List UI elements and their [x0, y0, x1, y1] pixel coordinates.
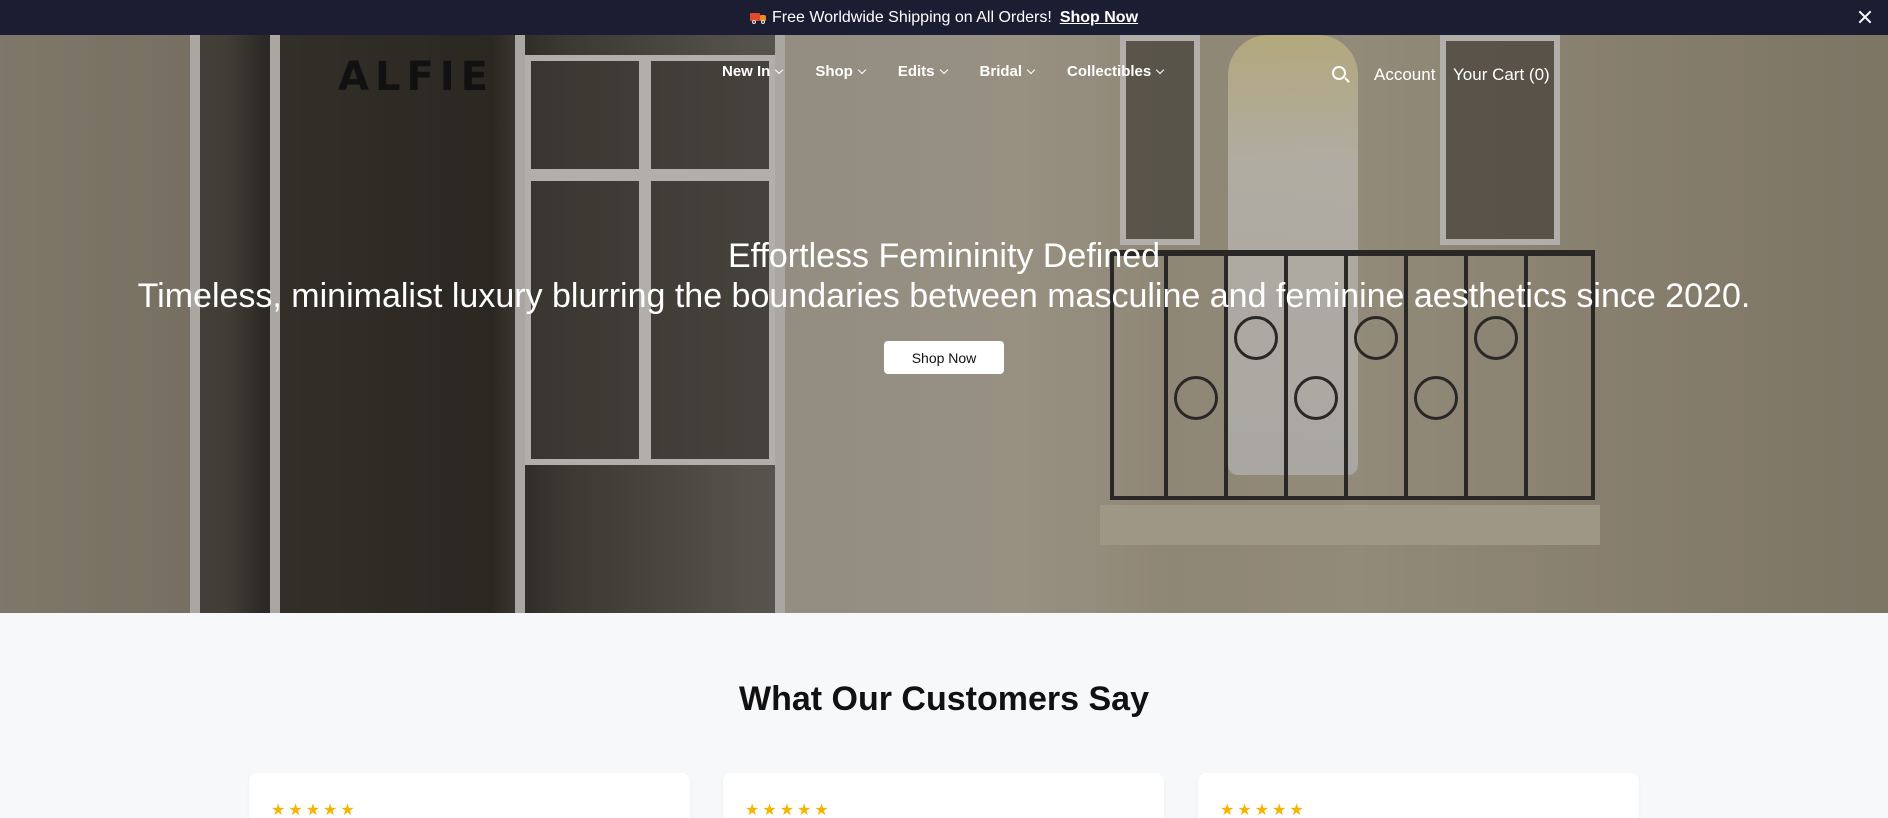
close-icon[interactable] — [1856, 8, 1874, 26]
nav-label: Edits — [897, 63, 935, 80]
nav-item-bridal[interactable]: Bridal — [979, 63, 1036, 80]
chevron-down-icon — [857, 65, 867, 74]
nav-label: Bridal — [979, 63, 1023, 80]
review-card: ★★★★★ — [249, 773, 690, 818]
brand-logo[interactable]: ALFIE — [338, 54, 494, 100]
nav-item-shop[interactable]: Shop — [815, 63, 867, 80]
main-nav: New In Shop Edits Bridal Collectibles — [722, 63, 1196, 80]
announcement-bar: Free Worldwide Shipping on All Orders! S… — [0, 0, 1888, 35]
hero-subtitle: Timeless, minimalist luxury blurring the… — [137, 277, 1751, 315]
announcement-shop-now-link[interactable]: Shop Now — [1060, 9, 1138, 27]
hero-title: Effortless Femininity Defined — [727, 237, 1161, 275]
truck-icon — [749, 13, 766, 24]
reviews-heading: What Our Customers Say — [739, 680, 1149, 718]
star-rating: ★★★★★ — [745, 802, 832, 818]
star-rating: ★★★★★ — [271, 802, 358, 818]
chevron-down-icon — [939, 65, 948, 74]
account-link[interactable]: Account — [1374, 65, 1435, 85]
cart-link[interactable]: Your Cart (0) — [1453, 65, 1550, 85]
review-card: ★★★★★ — [723, 773, 1164, 818]
chevron-down-icon — [1026, 65, 1036, 74]
review-card: ★★★★★ — [1198, 773, 1639, 818]
hero-banner — [0, 35, 1888, 613]
nav-label: Shop — [815, 63, 853, 80]
announcement-text: Free Worldwide Shipping on All Orders! — [771, 8, 1052, 26]
hero-shop-now-button[interactable]: Shop Now — [884, 341, 1004, 374]
nav-label: New In — [722, 63, 771, 80]
nav-item-edits[interactable]: Edits — [897, 63, 948, 80]
search-icon[interactable] — [1332, 66, 1346, 80]
nav-item-new-in[interactable]: New In — [722, 63, 784, 80]
nav-item-collectibles[interactable]: Collectibles — [1067, 63, 1165, 80]
chevron-down-icon — [1156, 65, 1165, 74]
nav-label: Collectibles — [1067, 63, 1152, 80]
chevron-down-icon — [775, 65, 784, 74]
star-rating: ★★★★★ — [1220, 802, 1307, 818]
